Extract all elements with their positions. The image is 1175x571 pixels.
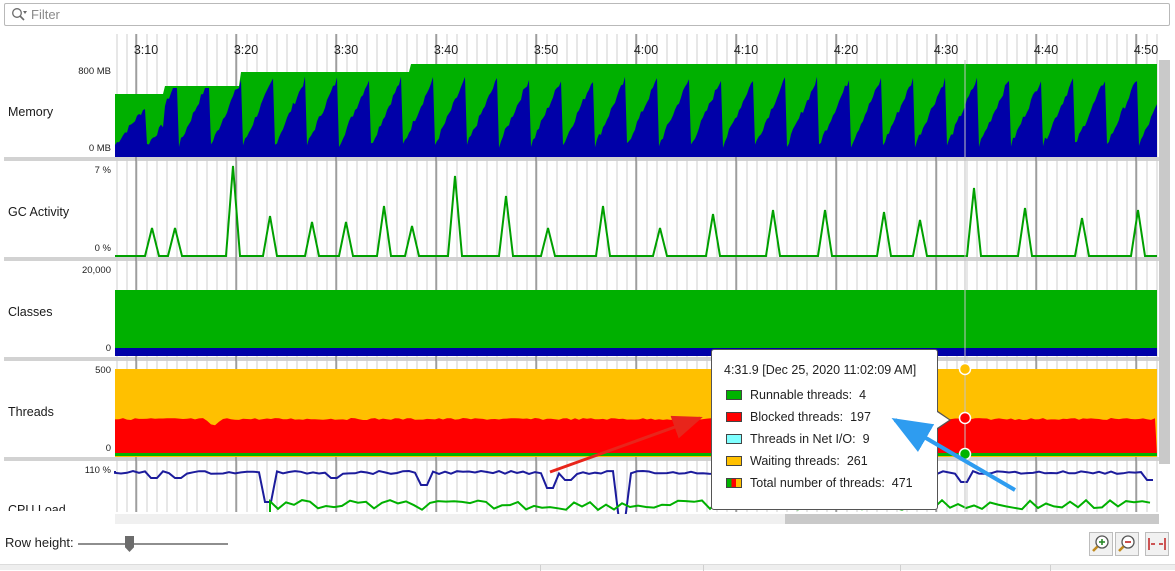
net-io-swatch — [726, 434, 742, 444]
tooltip-value: 197 — [850, 410, 871, 424]
classes-loaded-area — [115, 290, 1157, 348]
row-label-cpu-load: CPU Load — [8, 503, 66, 511]
cursor-marker-runnable — [958, 447, 972, 461]
tooltip-notch — [937, 412, 949, 428]
cursor-marker-waiting — [958, 362, 972, 376]
memory-scale-max: 800 MB — [78, 66, 111, 77]
time-axis-label: 3:30 — [334, 43, 358, 57]
time-axis-label: 3:40 — [434, 43, 458, 57]
time-axis-label: 4:20 — [834, 43, 858, 57]
tooltip-value: 9 — [862, 432, 870, 446]
time-axis-label: 4:40 — [1034, 43, 1058, 57]
row-label-classes: Classes — [8, 305, 53, 319]
zoom-in-icon — [1092, 535, 1109, 552]
time-axis-label: 4:50 — [1134, 43, 1158, 57]
tooltip-row-waiting: Waiting threads: 261 — [726, 454, 868, 470]
zoom-in-button[interactable] — [1089, 532, 1113, 556]
zoom-out-button[interactable] — [1115, 532, 1139, 556]
tooltip-row-total: Total number of threads: 471 — [726, 476, 913, 492]
time-axis-label: 4:10 — [734, 43, 758, 57]
tooltip-label: Blocked threads: — [750, 410, 844, 424]
time-axis-label: 4:30 — [934, 43, 958, 57]
row-label-memory: Memory — [8, 105, 54, 119]
cursor-marker-blocked — [958, 411, 972, 425]
tooltip-label: Threads in Net I/O: — [750, 432, 856, 446]
tooltip-value: 471 — [891, 476, 913, 490]
tooltip-title: 4:31.9 [Dec 25, 2020 11:02:09 AM] — [724, 363, 917, 377]
time-axis-label: 4:00 — [634, 43, 658, 57]
horizontal-scrollbar-thumb[interactable] — [785, 514, 1159, 524]
tooltip-row-blocked: Blocked threads: 197 — [726, 410, 871, 426]
threads-scale-min: 0 — [106, 443, 111, 454]
classes-scale-max: 20,000 — [82, 265, 111, 276]
tooltip-row-net-io: Threads in Net I/O: 9 — [726, 432, 870, 448]
cpu-scale-max: 110 % — [85, 465, 112, 476]
gc-scale-min: 0 % — [95, 243, 112, 254]
blocked-swatch — [726, 412, 742, 422]
slider-track — [78, 543, 228, 545]
row-height-label: Row height: — [5, 535, 74, 550]
threads-blocked-area — [115, 418, 1157, 455]
threads-runnable-area — [115, 453, 1157, 456]
row-label-threads: Threads — [8, 405, 54, 419]
telemetry-chart[interactable]: 3:10 3:20 3:30 3:40 3:50 4:00 4:10 4:20 4:30 4:40… — [0, 0, 1175, 530]
slider-thumb[interactable] — [125, 536, 134, 552]
tooltip-value: 4 — [859, 388, 867, 402]
status-strip — [0, 564, 1175, 571]
classes-base-band — [115, 348, 1157, 356]
row-label-gc-activity: GC Activity — [8, 205, 70, 219]
fit-width-button[interactable] — [1145, 532, 1169, 556]
tooltip-label: Runnable threads: — [750, 388, 853, 402]
classes-scale-min: 0 — [106, 343, 111, 354]
time-axis-label: 3:50 — [534, 43, 558, 57]
gc-scale-max: 7 % — [95, 165, 112, 176]
time-axis-label: 3:20 — [234, 43, 258, 57]
row-height-slider[interactable] — [78, 534, 230, 556]
memory-scale-min: 0 MB — [89, 143, 111, 154]
zoom-out-icon — [1118, 535, 1135, 552]
time-axis-label: 3:10 — [134, 43, 158, 57]
waiting-swatch — [726, 456, 742, 466]
tooltip-label: Waiting threads: — [750, 454, 840, 468]
vertical-scrollbar[interactable] — [1159, 60, 1170, 464]
tooltip-value: 261 — [846, 454, 868, 468]
tooltip-row-runnable: Runnable threads: 4 — [726, 388, 866, 404]
threads-scale-max: 500 — [95, 365, 111, 376]
total-swatch — [726, 478, 742, 488]
tooltip-label: Total number of threads: — [750, 476, 885, 490]
fit-width-icon — [1148, 538, 1166, 550]
runnable-swatch — [726, 390, 742, 400]
threads-tooltip: 4:31.9 [Dec 25, 2020 11:02:09 AM] Runnab… — [711, 349, 951, 510]
